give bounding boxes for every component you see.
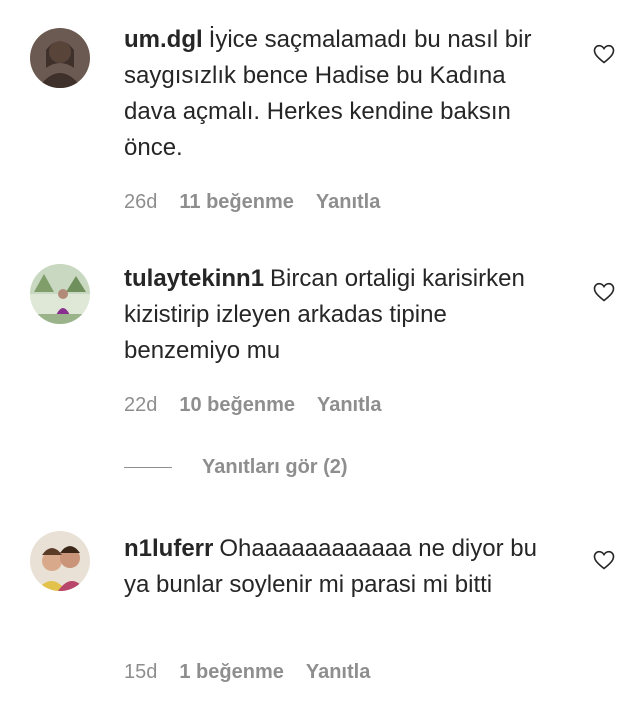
heart-outline-icon[interactable] bbox=[592, 280, 616, 304]
comment-likes[interactable]: 1 beğenme bbox=[179, 661, 283, 684]
view-replies-label: Yanıtları gör (2) bbox=[202, 456, 348, 478]
comment-body: tulaytekinn1 Bircan ortaligi karisirken k… bbox=[124, 261, 564, 369]
heart-outline-icon[interactable] bbox=[592, 42, 616, 66]
comment-username[interactable]: tulaytekinn1 bbox=[124, 265, 264, 292]
profile-photo-icon bbox=[30, 531, 90, 591]
heart-outline-icon[interactable] bbox=[592, 548, 616, 572]
reply-button[interactable]: Yanıtla bbox=[316, 191, 380, 214]
avatar[interactable] bbox=[30, 531, 90, 591]
replies-divider bbox=[124, 467, 172, 468]
comment-body: n1luferr Ohaaaaaaaaaaaa ne diyor bu ya bu… bbox=[124, 531, 564, 603]
comment-body: um.dgl İyice saçmalamadı bu nasıl bir say… bbox=[124, 22, 564, 166]
view-replies-button[interactable]: Yanıtları gör (2) bbox=[124, 456, 348, 479]
comment-likes[interactable]: 11 beğenme bbox=[179, 191, 294, 214]
avatar[interactable] bbox=[30, 264, 90, 324]
profile-photo-icon bbox=[30, 28, 90, 88]
reply-button[interactable]: Yanıtla bbox=[306, 661, 370, 684]
reply-button[interactable]: Yanıtla bbox=[317, 394, 381, 417]
comment-time: 26d bbox=[124, 191, 158, 213]
avatar[interactable] bbox=[30, 28, 90, 88]
comment-username[interactable]: n1luferr bbox=[124, 535, 213, 562]
comment-time: 15d bbox=[124, 661, 158, 683]
comment-time: 22d bbox=[124, 394, 158, 416]
profile-photo-icon bbox=[30, 264, 90, 324]
comment-likes[interactable]: 10 beğenme bbox=[179, 394, 295, 417]
comment-username[interactable]: um.dgl bbox=[124, 26, 203, 53]
